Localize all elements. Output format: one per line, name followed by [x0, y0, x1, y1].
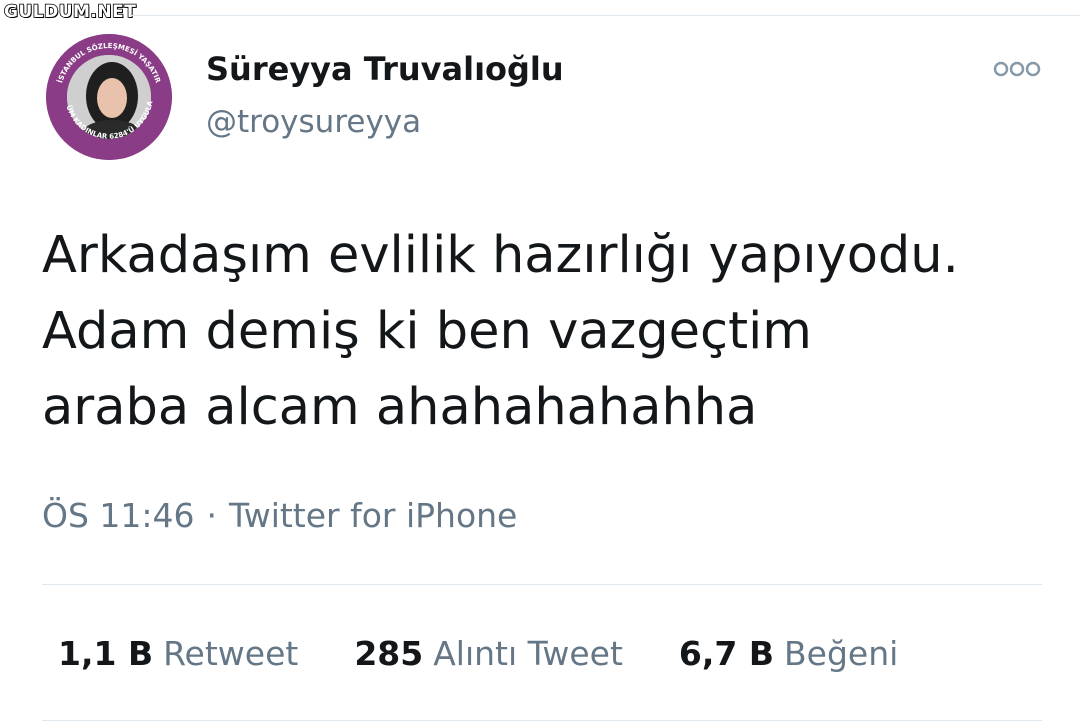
- meta-separator: ·: [206, 496, 218, 535]
- retweet-count: 1,1 B: [58, 634, 154, 673]
- watermark-logo: GULDUM.NET: [3, 2, 137, 22]
- retweet-stat[interactable]: 1,1 B Retweet: [58, 634, 298, 673]
- like-stat[interactable]: 6,7 B Beğeni: [679, 634, 898, 673]
- tweet-source[interactable]: Twitter for iPhone: [229, 496, 517, 535]
- retweet-label: Retweet: [163, 634, 299, 673]
- tweet-text: Arkadaşım evlilik hazırlığı yapıyodu. Ad…: [42, 226, 959, 437]
- tweet-page: GULDUM.NET İSTANBUL SÖZLEŞMESİ YAŞATIR T…: [0, 0, 1080, 722]
- stats-bottom-divider: [42, 720, 1042, 721]
- tweet-stats: 1,1 B Retweet 285 Alıntı Tweet 6,7 B Beğeni: [58, 634, 898, 673]
- stats-top-divider: [42, 584, 1042, 585]
- quote-tweet-count: 285: [354, 634, 424, 673]
- display-name[interactable]: Süreyya Truvalıoğlu: [206, 50, 564, 88]
- quote-tweet-label: Alıntı Tweet: [433, 634, 623, 673]
- quote-tweet-stat[interactable]: 285 Alıntı Tweet: [354, 634, 623, 673]
- like-count: 6,7 B: [678, 634, 774, 673]
- tweet-meta: ÖS 11:46 · Twitter for iPhone: [42, 496, 517, 535]
- avatar[interactable]: İSTANBUL SÖZLEŞMESİ YAŞATIR TÜM KADINLAR…: [46, 34, 172, 160]
- avatar-image: İSTANBUL SÖZLEŞMESİ YAŞATIR TÜM KADINLAR…: [46, 34, 172, 160]
- top-divider: [130, 15, 1080, 16]
- tweet-time[interactable]: ÖS 11:46: [42, 496, 195, 535]
- like-label: Beğeni: [784, 634, 899, 673]
- user-handle[interactable]: @troysureyya: [206, 104, 421, 140]
- more-options-icon[interactable]: [992, 60, 1042, 78]
